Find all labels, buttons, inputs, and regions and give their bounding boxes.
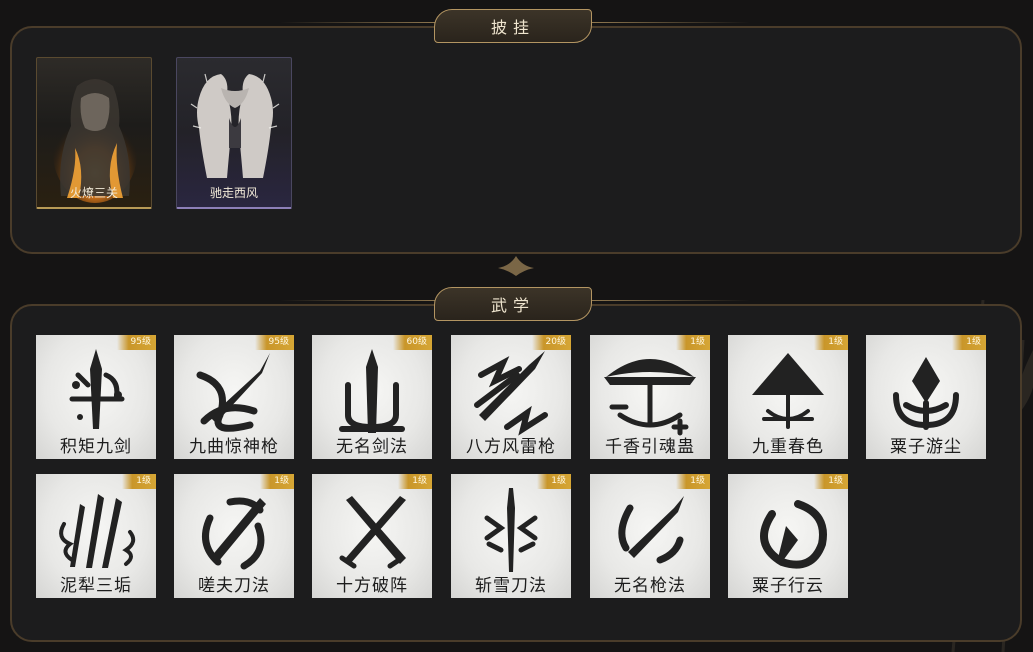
cloak-card[interactable]: 火燎三关 [36,57,152,209]
skill-card[interactable]: 1级 嗟夫刀法 [174,474,294,598]
level-badge: 20级 [531,335,571,350]
skill-name: 积矩九剑 [60,437,132,457]
skill-card[interactable]: 1级 十方破阵 [312,474,432,598]
cloak-name: 驰走西风 [209,186,258,200]
skill-card[interactable]: 1级 斩雪刀法 [451,474,571,598]
level-badge: 1级 [814,335,848,350]
cloak-name: 火燎三关 [69,186,118,200]
level-badge: 1级 [676,474,710,489]
skill-card[interactable]: 95级 九曲惊神枪 [174,335,294,459]
level-badge: 95级 [254,335,294,350]
skill-card[interactable]: 1级 泥犁三垢 [36,474,156,598]
skill-card[interactable]: 1级 粟子游尘 [866,335,986,459]
level-badge: 60级 [392,335,432,350]
level-badge: 1级 [676,335,710,350]
cloak-panel [10,26,1022,254]
level-badge: 1级 [398,474,432,489]
level-badge: 1级 [814,474,848,489]
level-badge: 1级 [260,474,294,489]
skill-card[interactable]: 60级 无名剑法 [312,335,432,459]
skill-name: 粟子游尘 [890,437,962,457]
skill-name: 九重春色 [752,437,824,457]
skill-name: 八方风雷枪 [466,437,556,457]
skill-name: 十方破阵 [336,576,408,596]
skill-card[interactable]: 1级 粟子行云 [728,474,848,598]
level-badge: 95级 [116,335,156,350]
skill-name: 粟子行云 [752,576,824,596]
skill-name: 九曲惊神枪 [189,437,279,457]
skill-name: 斩雪刀法 [475,576,547,596]
skill-card[interactable]: 1级 九重春色 [728,335,848,459]
skill-name: 无名枪法 [614,576,686,596]
cloak-card[interactable]: 驰走西风 [176,57,292,209]
martial-section-title: 武学 [434,287,592,321]
skill-name: 泥犁三垢 [60,576,132,596]
level-badge: 1级 [537,474,571,489]
skill-card[interactable]: 1级 无名枪法 [590,474,710,598]
level-badge: 1级 [122,474,156,489]
skill-card[interactable]: 20级 八方风雷枪 [451,335,571,459]
flourish-icon [498,256,534,276]
skill-name: 千香引魂蛊 [605,437,695,457]
skill-card[interactable]: 95级 积矩九剑 [36,335,156,459]
skill-name: 无名剑法 [336,437,408,457]
skill-card[interactable]: 1级 千香引魂蛊 [590,335,710,459]
skill-name: 嗟夫刀法 [198,576,270,596]
cloak-section-title: 披挂 [434,9,592,43]
level-badge: 1级 [952,335,986,350]
